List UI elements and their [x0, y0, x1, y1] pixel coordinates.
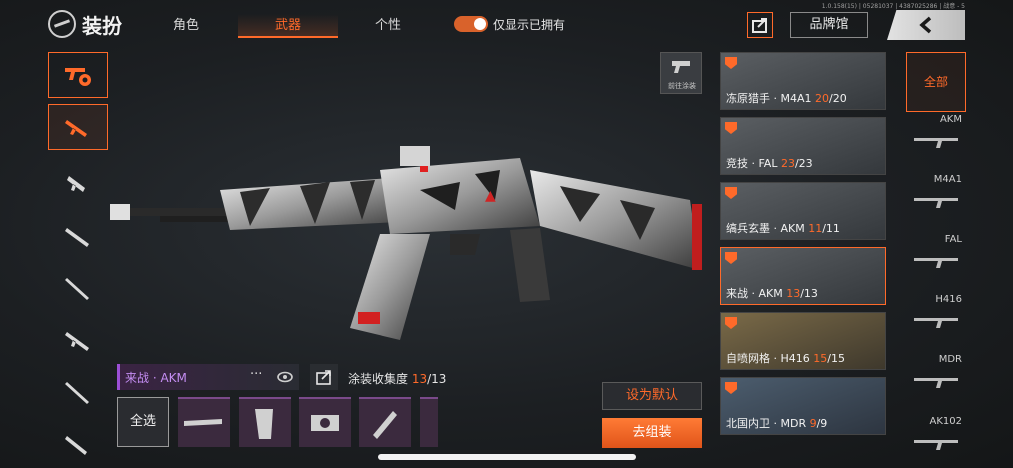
collection-current: 13	[411, 372, 428, 386]
tab-character[interactable]: 角色	[136, 14, 236, 33]
rifle-silhouette-icon	[914, 258, 958, 268]
skin-card-label: 冻原猎手 · M4A1 20/20	[726, 92, 847, 105]
part-slot-rifle[interactable]	[178, 397, 230, 447]
assault-rifle-icon	[65, 120, 87, 137]
home-indicator[interactable]	[378, 454, 636, 460]
paint-tag-icon	[725, 252, 737, 264]
filter-item-label: MDR	[938, 354, 962, 365]
go-to-paint-label: 前往涂装	[668, 82, 696, 90]
filter-item[interactable]: H416	[906, 294, 966, 346]
skin-card-label: 缟兵玄墨 · AKM 11/11	[726, 222, 840, 235]
marksman-rifle-icon	[65, 278, 89, 300]
rail-item-smg[interactable]	[48, 162, 108, 208]
part-slot-sight[interactable]	[299, 397, 351, 447]
globe-logo-icon	[48, 10, 76, 38]
rifle-silhouette-icon	[914, 378, 958, 388]
share-icon	[316, 370, 331, 385]
collection-total: /13	[427, 372, 447, 386]
gun-wrench-icon	[65, 68, 91, 86]
rifle-silhouette-icon	[914, 138, 958, 148]
collection-label: 涂装收集度	[348, 372, 409, 386]
skin-card[interactable]: 竞技 · FAL 23/23	[720, 117, 886, 175]
grip-part-icon	[373, 411, 397, 439]
set-default-label: 设为默认	[625, 388, 678, 403]
version-text: 1.0.158(15) | 05281037 | 4387025286 | 战意…	[821, 3, 965, 10]
smg-icon	[67, 176, 85, 192]
skin-card-label: 竞技 · FAL 23/23	[726, 157, 813, 170]
skin-share-button[interactable]	[310, 364, 338, 390]
skin-card-label: 北国内卫 · MDR 9/9	[726, 417, 828, 430]
weapon-preview[interactable]: ▲	[100, 130, 720, 350]
share-button[interactable]	[747, 12, 773, 38]
rail-item-all-guns[interactable]	[48, 52, 108, 98]
rifle-silhouette-icon	[914, 198, 958, 208]
svg-text:▲: ▲	[485, 188, 496, 204]
paint-tag-icon	[725, 382, 737, 394]
skin-card[interactable]: 北国内卫 · MDR 9/9	[720, 377, 886, 435]
paint-tag-icon	[725, 317, 737, 329]
paint-collection-progress: 涂装收集度 13/13	[348, 370, 446, 387]
shotgun-icon	[65, 228, 89, 247]
paint-gun-icon	[672, 61, 690, 73]
go-to-paint-button[interactable]: 前往涂装	[660, 52, 702, 94]
skin-name: 来战 · AKM	[125, 371, 187, 385]
brand-hall-button[interactable]: 品牌馆	[790, 12, 868, 38]
go-assemble-button[interactable]: 去组装	[602, 418, 702, 448]
owned-only-toggle[interactable]	[454, 16, 488, 32]
filter-item[interactable]: M4A1	[906, 174, 966, 226]
share-icon	[752, 18, 767, 33]
paint-tag-icon	[725, 122, 737, 134]
filter-all-button[interactable]: 全部	[906, 52, 966, 112]
akm-rifle-image: ▲	[110, 146, 702, 340]
preview-visibility-button[interactable]	[272, 364, 298, 390]
more-options-icon[interactable]: ···	[250, 367, 262, 382]
page-title: 装扮	[82, 14, 122, 38]
sniper-rifle-icon	[65, 382, 89, 404]
skin-card-label: 自喷网格 · H416 15/15	[726, 352, 845, 365]
rifle-silhouette-icon	[914, 318, 958, 328]
sight-part-icon	[311, 415, 339, 431]
filter-item[interactable]: MDR	[906, 354, 966, 406]
filter-item[interactable]: AKM	[906, 114, 966, 166]
tab-personality[interactable]: 个性	[338, 14, 438, 33]
rifle-part-icon	[184, 419, 222, 426]
skin-card[interactable]: 冻原猎手 · M4A1 20/20	[720, 52, 886, 110]
filter-item[interactable]: FAL	[906, 234, 966, 286]
filter-item-label: AK102	[929, 416, 963, 427]
paint-tag-icon	[725, 57, 737, 69]
filter-item-label: AKM	[939, 114, 962, 125]
skin-card[interactable]: 自喷网格 · H416 15/15	[720, 312, 886, 370]
filter-item[interactable]: AK102	[906, 416, 966, 468]
back-button[interactable]	[887, 10, 965, 40]
filter-item-label: M4A1	[933, 174, 962, 185]
tab-weapon[interactable]: 武器	[238, 14, 338, 33]
skin-card[interactable]: 缟兵玄墨 · AKM 11/11	[720, 182, 886, 240]
rail-item-lmg[interactable]	[48, 318, 108, 364]
rail-item-assault-rifle[interactable]	[48, 104, 108, 150]
lmg-icon	[65, 332, 89, 351]
top-bar: 装扮 角色 武器 个性 仅显示已拥有 1.0.158(15) | 0528103…	[0, 0, 1013, 48]
skin-card-label: 来战 · AKM 13/13	[726, 287, 818, 300]
pistol-icon	[65, 436, 87, 455]
rail-item-sniper[interactable]	[48, 370, 108, 416]
part-slot-grip[interactable]	[359, 397, 411, 447]
owned-only-label: 仅显示已拥有	[493, 18, 566, 32]
rail-item-marksman-rifle[interactable]	[48, 266, 108, 312]
select-all-button[interactable]: 全选	[117, 397, 169, 447]
back-arrow-icon	[919, 16, 932, 34]
stock-part-icon	[255, 409, 273, 439]
filter-item-label: FAL	[944, 234, 962, 245]
rail-item-pistol[interactable]	[48, 422, 108, 468]
paint-tag-icon	[725, 187, 737, 199]
rifle-silhouette-icon	[914, 440, 958, 450]
set-default-button[interactable]: 设为默认	[602, 382, 702, 410]
part-slot-more[interactable]	[420, 397, 438, 447]
skin-card-selected[interactable]: 来战 · AKM 13/13	[720, 247, 886, 305]
eye-icon	[277, 371, 293, 383]
filter-item-label: H416	[935, 294, 962, 305]
rail-item-shotgun[interactable]	[48, 214, 108, 260]
part-slot-stock[interactable]	[239, 397, 291, 447]
